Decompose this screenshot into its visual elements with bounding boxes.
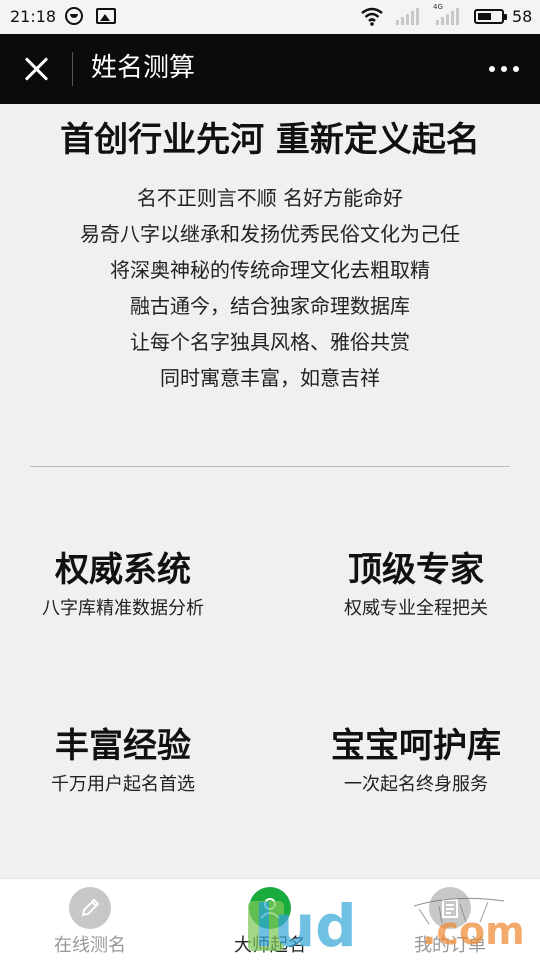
status-time: 21:18	[10, 7, 57, 26]
feature-title: 权威系统	[55, 550, 191, 590]
intro-line: 同时寓意丰富，如意吉祥	[160, 366, 380, 390]
nav-label: 在线测名	[54, 935, 126, 956]
section-divider	[30, 466, 510, 467]
intro-line: 名不正则言不顺 名好方能命好	[136, 186, 404, 210]
bottom-nav: 在线测名 大师起名 我的订单	[0, 878, 540, 961]
person-icon	[249, 887, 291, 929]
title-divider	[72, 52, 73, 86]
nav-item-online-name-test[interactable]: 在线测名	[0, 879, 180, 961]
dot	[489, 66, 495, 72]
battery-fill	[478, 13, 491, 20]
headline: 首创行业先河 重新定义起名	[60, 120, 480, 160]
feature-subtitle: 八字库精准数据分析	[42, 598, 204, 619]
nav-label: 大师起名	[234, 935, 306, 956]
nav-item-master-naming[interactable]: 大师起名	[180, 879, 360, 961]
feature-baby-care-library: 宝宝呵护库 一次起名终身服务	[281, 724, 540, 798]
feature-title: 宝宝呵护库	[331, 726, 501, 766]
feature-subtitle: 一次起名终身服务	[344, 774, 488, 795]
feature-title: 顶级专家	[348, 550, 484, 590]
intro-line: 易奇八字以继承和发扬优秀民俗文化为己任	[80, 222, 460, 246]
battery-icon	[474, 9, 507, 24]
status-bar: 21:18 4G 58	[0, 0, 540, 34]
nav-label: 我的订单	[414, 935, 486, 956]
feature-subtitle: 千万用户起名首选	[51, 774, 195, 795]
nav-item-my-orders[interactable]: 我的订单	[360, 879, 540, 961]
feature-rich-experience: 丰富经验 千万用户起名首选	[0, 724, 258, 798]
intro-text: 名不正则言不顺 名好方能命好 易奇八字以继承和发扬优秀民俗文化为己任 将深奥神秘…	[0, 180, 540, 396]
dot	[513, 66, 519, 72]
more-dots-icon[interactable]	[484, 56, 524, 82]
battery-level: 58	[512, 7, 533, 26]
pencil-icon	[69, 887, 111, 929]
intro-line: 让每个名字独具风格、雅俗共赏	[130, 330, 410, 354]
feature-subtitle: 权威专业全程把关	[344, 598, 488, 619]
close-icon[interactable]	[16, 49, 56, 89]
intro-line: 将深奥神秘的传统命理文化去粗取精	[110, 258, 430, 282]
wifi-icon	[361, 7, 383, 26]
document-icon	[429, 887, 471, 929]
title-bar: 姓名测算	[0, 34, 540, 104]
signal-strength-icon	[396, 8, 419, 25]
circle-status-icon	[65, 7, 83, 25]
signal-strength-icon	[436, 8, 459, 25]
feature-authority-system: 权威系统 八字库精准数据分析	[0, 548, 258, 622]
image-notification-icon	[96, 8, 116, 24]
page-title: 姓名测算	[91, 53, 196, 83]
intro-line: 融古通今，结合独家命理数据库	[130, 294, 410, 318]
feature-title: 丰富经验	[55, 726, 191, 766]
feature-top-experts: 顶级专家 权威专业全程把关	[281, 548, 540, 622]
dot	[501, 66, 507, 72]
